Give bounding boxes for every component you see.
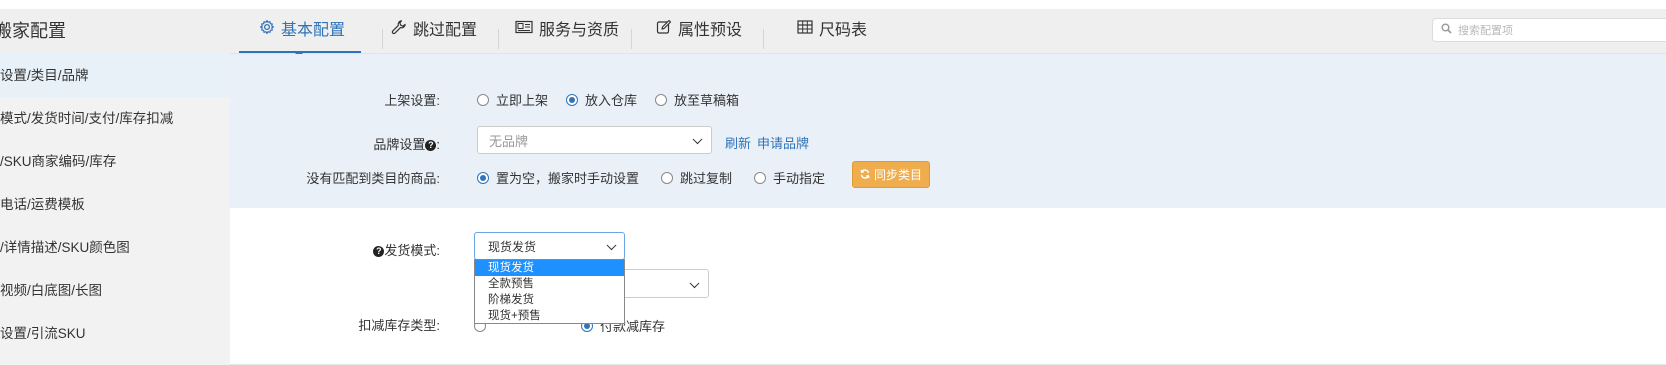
tab-attribute-preset-label: 属性预设 [678,22,743,39]
tab-attribute-preset[interactable]: 属性预设 [656,9,742,53]
listing-option-draft[interactable]: 放至草稿箱 [655,90,739,109]
sidebar-item-phone-freight[interactable]: 电话/运费模板 [0,183,230,226]
sidebar: 搬家配置 设置/类目/品牌 模式/发货时间/支付/库存扣减 /SKU商家编码/库… [0,9,230,365]
inventory-label: 扣减库存类型: [358,318,440,333]
shipping-label: ? 发货模式: [373,240,440,259]
sidebar-title: 搬家配置 [0,9,230,54]
sync-category-button[interactable]: 同步类目 [852,161,930,188]
apply-brand-link[interactable]: 申请品牌 [757,133,809,152]
shipping-panel [230,208,1666,365]
radio-button-selected[interactable] [566,93,579,106]
listing-label: 上架设置: [384,93,440,108]
dropdown-option[interactable]: 阶梯发货 [475,292,624,308]
listing-option-immediate[interactable]: 立即上架 [477,90,548,109]
radio-button[interactable] [655,93,668,106]
sidebar-item-video-images[interactable]: 视频/白底图/长图 [0,269,230,312]
sidebar-item-shipping-mode[interactable]: 模式/发货时间/支付/库存扣减 [0,97,230,140]
help-icon[interactable]: ? [373,246,385,258]
sidebar-item-traffic-sku[interactable]: 设置/引流SKU [0,312,230,355]
tab-divider [498,29,499,49]
brand-select-value: 无品牌 [489,133,529,149]
unmatched-option-skip[interactable]: 跳过复制 [661,168,732,187]
search-input[interactable]: 搜索配置项 [1458,22,1513,38]
tab-basic-config[interactable]: 基本配置 [259,9,345,53]
tab-size-chart[interactable]: 尺码表 [797,9,867,53]
tab-divider [631,29,632,49]
tab-skip-config-label: 跳过配置 [413,22,478,39]
edit-icon [656,9,672,53]
tab-divider [763,29,764,49]
table-icon [797,9,813,53]
unmatched-option-empty[interactable]: 置为空，搬家时手动设置 [477,168,639,187]
wrench-icon [391,9,407,53]
search-icon [1441,23,1452,37]
listing-radio-group: 立即上架 放入仓库 放至草稿箱 [477,90,755,109]
sidebar-item-category-brand[interactable]: 设置/类目/品牌 [0,54,230,97]
top-strip [0,0,1666,9]
shipping-mode-dropdown: 现货发货 全款预售 阶梯发货 现货+预售 [474,259,625,324]
radio-button[interactable] [661,171,674,184]
radio-button[interactable] [754,171,767,184]
tab-size-chart-label: 尺码表 [819,22,868,39]
unmatched-label: 没有匹配到类目的商品: [306,171,440,186]
help-icon[interactable]: ? [425,140,437,152]
listing-option-warehouse[interactable]: 放入仓库 [566,90,637,109]
tab-basic-config-label: 基本配置 [281,22,346,39]
unmatched-radio-group: 置为空，搬家时手动设置 跳过复制 手动指定 [477,168,841,187]
chevron-down-icon [692,134,703,145]
unmatched-option-manual[interactable]: 手动指定 [754,168,825,187]
sidebar-item-sku-code[interactable]: /SKU商家编码/库存 [0,140,230,183]
shipping-mode-select[interactable]: 现货发货 [474,232,625,260]
id-card-icon [515,9,533,53]
radio-button-selected[interactable] [477,171,489,184]
refresh-icon [860,168,870,182]
search-box[interactable]: 搜索配置项 [1432,18,1666,42]
chevron-down-icon [606,240,617,251]
sidebar-item-detail-sku-color[interactable]: /详情描述/SKU颜色图 [0,226,230,269]
dropdown-option[interactable]: 现货发货 [475,260,624,276]
shipping-mode-value: 现货发货 [488,239,537,254]
dropdown-option[interactable]: 全款预售 [475,276,624,292]
chevron-down-icon [689,277,700,288]
category-brand-panel [230,54,1666,208]
tab-skip-config[interactable]: 跳过配置 [391,9,477,53]
tab-service-qualification-label: 服务与资质 [539,22,620,39]
refresh-link[interactable]: 刷新 [725,133,751,152]
dropdown-option[interactable]: 现货+预售 [475,308,624,324]
tab-service-qualification[interactable]: 服务与资质 [515,9,619,53]
brand-select[interactable]: 无品牌 [477,126,712,154]
tab-divider [382,29,383,49]
gear-icon [259,9,275,53]
radio-button[interactable] [477,93,489,106]
brand-label: 品牌设置?: [373,137,440,152]
